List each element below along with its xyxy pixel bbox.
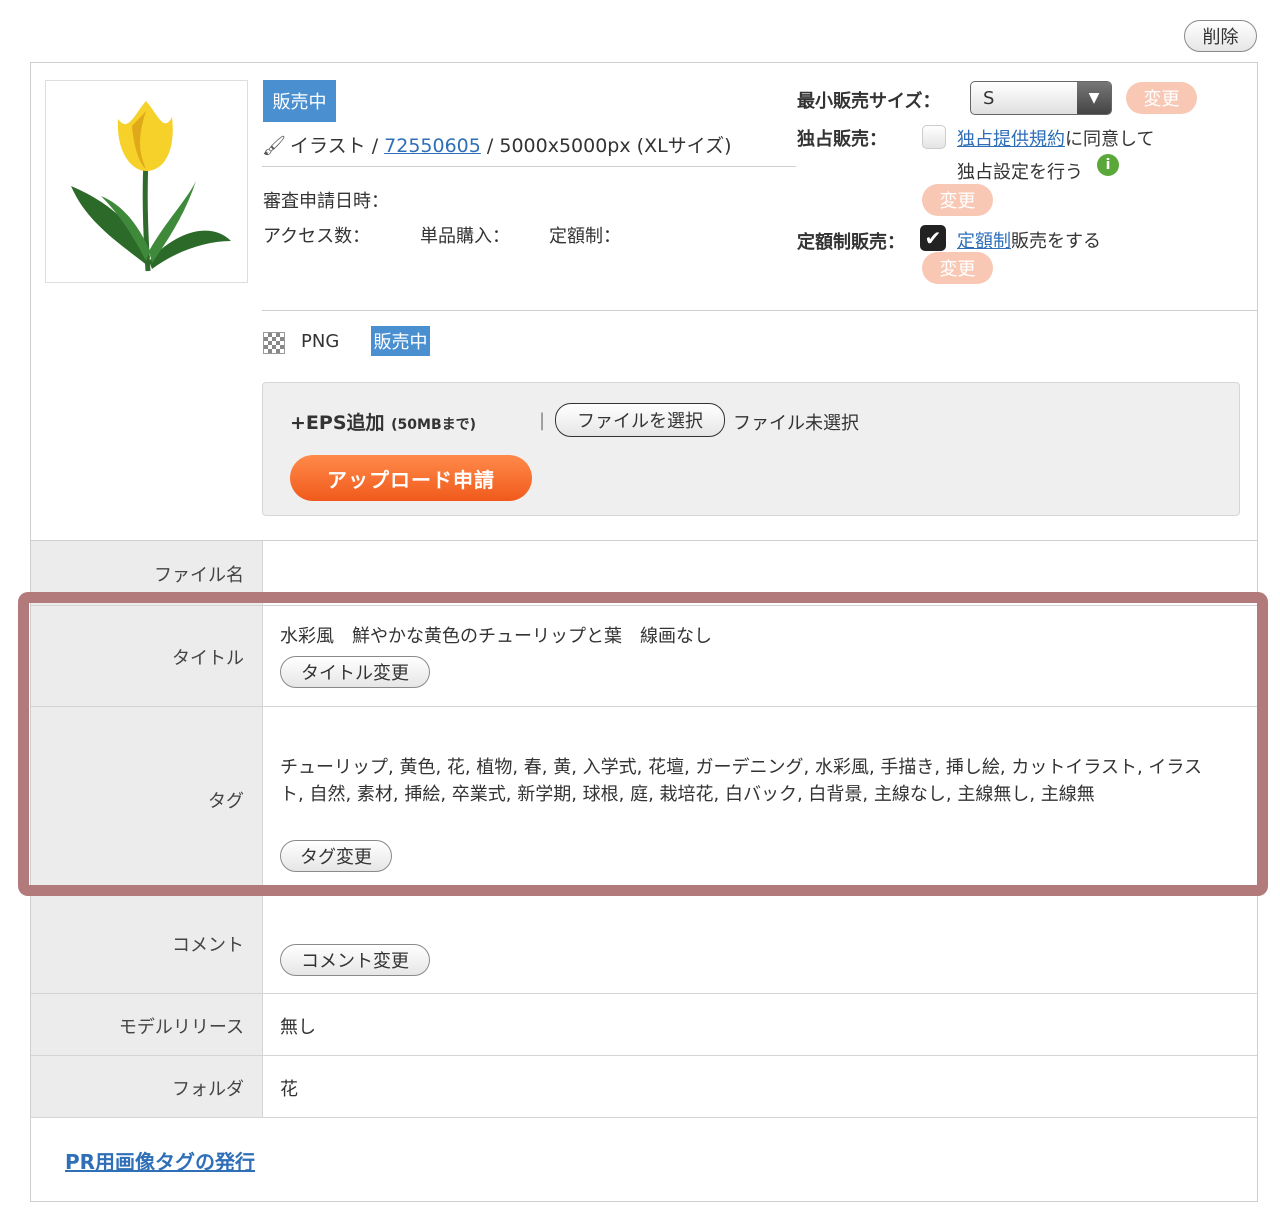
access-count-label: アクセス数：: [263, 226, 371, 247]
title-value: 水彩風 鮮やかな黄色のチューリップと葉 線画なし: [280, 626, 712, 647]
subscription-sale-label: 定額制販売：: [797, 232, 905, 253]
tag-row-value: チューリップ, 黄色, 花, 植物, 春, 黄, 入学式, 花壇, ガーデニング…: [262, 707, 1257, 893]
subscription-checkbox[interactable]: ✔: [920, 225, 946, 251]
min-size-change-button[interactable]: 変更: [1126, 82, 1197, 114]
divider: [262, 166, 796, 167]
eps-add-text: +EPS追加: [290, 412, 385, 434]
filename-row-label: ファイル名: [31, 541, 262, 606]
transparency-icon: [263, 332, 285, 354]
review-date-label: 審査申請日時：: [263, 191, 389, 212]
subscription-text: 販売をする: [1011, 231, 1101, 252]
eps-upload-box: +EPS追加 (50MBまで) | ファイルを選択 ファイル未選択 アップロード…: [262, 382, 1240, 516]
title-row-value: 水彩風 鮮やかな黄色のチューリップと葉 線画なし タイトル変更: [262, 606, 1257, 707]
pr-image-tag-link[interactable]: PR用画像タグの発行: [65, 1146, 255, 1175]
exclusive-checkbox[interactable]: [922, 125, 946, 149]
tulip-image: [71, 101, 231, 272]
comment-label: コメント: [172, 935, 244, 956]
title-change-button[interactable]: タイトル変更: [280, 656, 430, 688]
title-row-label: タイトル: [31, 606, 262, 707]
checkmark-icon: ✔: [924, 226, 942, 250]
subscription-count-label: 定額制：: [549, 226, 621, 247]
tag-list-line-1: チューリップ, 黄色, 花, 植物, 春, 黄, 入学式, 花壇, ガーデニング…: [280, 757, 1203, 778]
divider: [262, 310, 1257, 311]
single-purchase-label: 単品購入：: [420, 226, 510, 247]
item-type-line: 🖌 イラスト / 72550605 / 5000x5000px (XLサイズ): [262, 131, 732, 158]
tag-list-line-2: ト, 自然, 素材, 挿絵, 卒業式, 新学期, 球根, 庭, 栽培花, 白バッ…: [280, 784, 1095, 805]
tag-label: タグ: [208, 791, 244, 812]
brush-icon: 🖌: [262, 135, 287, 157]
subscription-change-button[interactable]: 変更: [922, 252, 993, 284]
sale-status-badge: 販売中: [263, 80, 336, 122]
title-label: タイトル: [172, 648, 244, 669]
file-status-badge: 販売中: [371, 326, 430, 356]
folder-row-label: フォルダ: [31, 1056, 262, 1118]
folder-row-value: 花: [262, 1056, 1257, 1118]
model-release-row-value: 無し: [262, 994, 1257, 1056]
min-size-label: 最小販売サイズ：: [797, 91, 941, 112]
eps-add-label: +EPS追加 (50MBまで): [290, 408, 476, 435]
comment-row-value: コメント変更: [262, 893, 1257, 994]
tag-row-label: タグ: [31, 707, 262, 893]
separator: |: [539, 410, 546, 431]
model-release-row-label: モデルリリース: [31, 994, 262, 1056]
item-id-link[interactable]: 72550605: [384, 135, 481, 157]
exclusive-text-2: 独占設定を行う: [957, 162, 1083, 183]
choose-file-button[interactable]: ファイルを選択: [555, 403, 725, 437]
comment-row-label: コメント: [31, 893, 262, 994]
subscription-sale-text: 定額制販売をする: [957, 227, 1101, 253]
upload-request-button[interactable]: アップロード申請: [290, 455, 532, 501]
info-icon[interactable]: i: [1097, 154, 1119, 176]
filename-label: ファイル名: [154, 565, 244, 586]
eps-limit-text: (50MBまで): [391, 417, 477, 433]
item-thumbnail[interactable]: [45, 80, 248, 283]
folder-value: 花: [280, 1079, 298, 1100]
exclusive-agree-text: 独占提供規約に同意して: [957, 125, 1154, 151]
min-size-select[interactable]: S ▼: [970, 81, 1112, 115]
filename-row-value: [262, 541, 1257, 606]
dropdown-arrow-icon: ▼: [1077, 82, 1111, 114]
folder-label: フォルダ: [172, 1079, 244, 1100]
exclusive-text-1: に同意して: [1065, 129, 1155, 150]
tag-change-button[interactable]: タグ変更: [280, 840, 392, 872]
exclusive-change-button[interactable]: 変更: [922, 184, 993, 216]
exclusive-terms-link[interactable]: 独占提供規約: [957, 129, 1065, 150]
delete-button[interactable]: 削除: [1184, 20, 1257, 52]
model-release-label: モデルリリース: [118, 1017, 244, 1038]
no-file-text: ファイル未選択: [733, 413, 859, 434]
subscription-link[interactable]: 定額制: [957, 231, 1011, 252]
comment-change-button[interactable]: コメント変更: [280, 944, 430, 976]
exclusive-sale-label: 独占販売：: [797, 129, 887, 150]
item-type-label: イラスト /: [290, 135, 385, 157]
model-release-value: 無し: [280, 1017, 316, 1038]
item-size-info: / 5000x5000px (XLサイズ): [480, 135, 732, 157]
file-format-label: PNG: [301, 331, 340, 352]
min-size-value: S: [983, 87, 995, 109]
